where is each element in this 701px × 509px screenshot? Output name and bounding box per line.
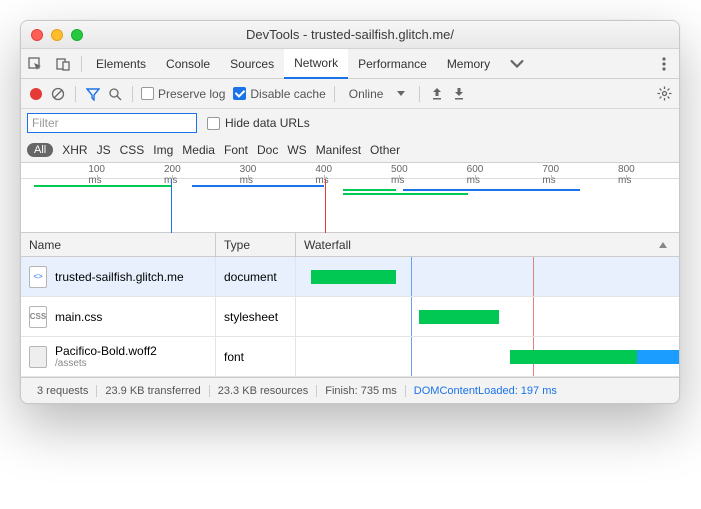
status-resources: 23.3 KB resources	[210, 385, 318, 397]
waterfall-bar	[311, 270, 395, 284]
tabs-overflow-icon[interactable]	[500, 49, 534, 79]
waterfall-bar	[510, 350, 636, 364]
filter-all[interactable]: All	[27, 143, 53, 157]
tab-console[interactable]: Console	[156, 49, 220, 79]
filter-other[interactable]: Other	[370, 143, 400, 157]
resource-type-filters: All XHR JS CSS Img Media Font Doc WS Man…	[21, 137, 679, 163]
search-icon[interactable]	[106, 85, 124, 103]
col-header-type[interactable]: Type	[216, 233, 296, 256]
filter-icon[interactable]	[84, 85, 102, 103]
request-name: trusted-sailfish.glitch.me	[55, 270, 184, 284]
overview-bar	[343, 189, 396, 191]
status-bar: 3 requests 23.9 KB transferred 23.3 KB r…	[21, 377, 679, 403]
overview-bar	[34, 185, 172, 187]
waterfall-marker	[533, 257, 534, 296]
clear-button[interactable]	[49, 85, 67, 103]
cell-name: CSS main.css	[21, 297, 216, 336]
sort-asc-icon	[659, 242, 667, 248]
waterfall-marker	[411, 337, 412, 376]
file-icon: CSS	[29, 306, 47, 328]
devtools-window: DevTools - trusted-sailfish.glitch.me/ E…	[20, 20, 680, 404]
record-button[interactable]	[27, 85, 45, 103]
cell-waterfall	[296, 297, 679, 336]
request-path: /assets	[55, 358, 157, 369]
tab-performance[interactable]: Performance	[348, 49, 437, 79]
cell-type: stylesheet	[216, 297, 296, 336]
overview-bar	[343, 193, 468, 195]
timeline-overview[interactable]: 100 ms200 ms300 ms400 ms500 ms600 ms700 …	[21, 163, 679, 233]
network-toolbar: Preserve log Disable cache Online	[21, 79, 679, 109]
network-settings-icon[interactable]	[655, 85, 673, 103]
file-icon: <>	[29, 266, 47, 288]
chevron-down-icon	[397, 91, 405, 96]
tab-network[interactable]: Network	[284, 49, 348, 79]
disable-cache-checkbox[interactable]	[233, 87, 246, 100]
file-icon	[29, 346, 47, 368]
window-title: DevTools - trusted-sailfish.glitch.me/	[21, 27, 679, 42]
upload-har-icon[interactable]	[428, 85, 446, 103]
filter-doc[interactable]: Doc	[257, 143, 278, 157]
device-toolbar-icon[interactable]	[49, 57, 77, 71]
col-header-name[interactable]: Name	[21, 233, 216, 256]
cell-name: <> trusted-sailfish.glitch.me	[21, 257, 216, 296]
status-requests: 3 requests	[29, 385, 97, 397]
filter-input[interactable]: Filter	[27, 113, 197, 133]
titlebar: DevTools - trusted-sailfish.glitch.me/	[21, 21, 679, 49]
cell-name: Pacifico-Bold.woff2/assets	[21, 337, 216, 376]
overview-bar	[192, 185, 324, 187]
table-header: Name Type Waterfall	[21, 233, 679, 257]
waterfall-bar	[637, 350, 679, 364]
tab-elements[interactable]: Elements	[86, 49, 156, 79]
cell-type: document	[216, 257, 296, 296]
filter-font[interactable]: Font	[224, 143, 248, 157]
status-domcontentloaded: DOMContentLoaded: 197 ms	[406, 385, 565, 397]
panel-tabs: Elements Console Sources Network Perform…	[86, 49, 534, 79]
waterfall-bar	[419, 310, 499, 324]
waterfall-marker	[411, 257, 412, 296]
cell-waterfall	[296, 257, 679, 296]
preserve-log-label: Preserve log	[158, 87, 225, 101]
settings-menu-icon[interactable]	[649, 57, 679, 71]
hide-data-urls-label: Hide data URLs	[225, 116, 310, 130]
filter-placeholder: Filter	[32, 116, 59, 130]
cell-waterfall	[296, 337, 679, 376]
request-name: Pacifico-Bold.woff2	[55, 344, 157, 358]
inspect-element-icon[interactable]	[21, 57, 49, 71]
overview-marker	[325, 179, 326, 233]
throttling-select[interactable]: Online	[343, 87, 412, 101]
download-har-icon[interactable]	[450, 85, 468, 103]
filter-manifest[interactable]: Manifest	[316, 143, 361, 157]
filter-ws[interactable]: WS	[287, 143, 306, 157]
overview-bar	[403, 189, 581, 191]
filter-img[interactable]: Img	[153, 143, 173, 157]
filter-row: Filter Hide data URLs	[21, 109, 679, 137]
waterfall-marker	[411, 297, 412, 336]
filter-css[interactable]: CSS	[120, 143, 145, 157]
status-transferred: 23.9 KB transferred	[97, 385, 209, 397]
cell-type: font	[216, 337, 296, 376]
waterfall-marker	[533, 297, 534, 336]
status-finish: Finish: 735 ms	[317, 385, 406, 397]
filter-js[interactable]: JS	[97, 143, 111, 157]
throttling-value: Online	[349, 87, 384, 101]
hide-data-urls-checkbox[interactable]	[207, 117, 220, 130]
filter-xhr[interactable]: XHR	[62, 143, 87, 157]
overview-marker	[171, 179, 172, 233]
table-row[interactable]: CSS main.css stylesheet	[21, 297, 679, 337]
table-row[interactable]: <> trusted-sailfish.glitch.me document	[21, 257, 679, 297]
filter-media[interactable]: Media	[182, 143, 215, 157]
preserve-log-checkbox[interactable]	[141, 87, 154, 100]
disable-cache-label: Disable cache	[250, 87, 325, 101]
requests-table: Name Type Waterfall <> trusted-sailfish.g…	[21, 233, 679, 377]
tab-sources[interactable]: Sources	[220, 49, 284, 79]
col-header-waterfall[interactable]: Waterfall	[296, 233, 679, 256]
tab-memory[interactable]: Memory	[437, 49, 500, 79]
panel-tabs-toolbar: Elements Console Sources Network Perform…	[21, 49, 679, 79]
request-name: main.css	[55, 310, 102, 324]
table-row[interactable]: Pacifico-Bold.woff2/assetsfont	[21, 337, 679, 377]
